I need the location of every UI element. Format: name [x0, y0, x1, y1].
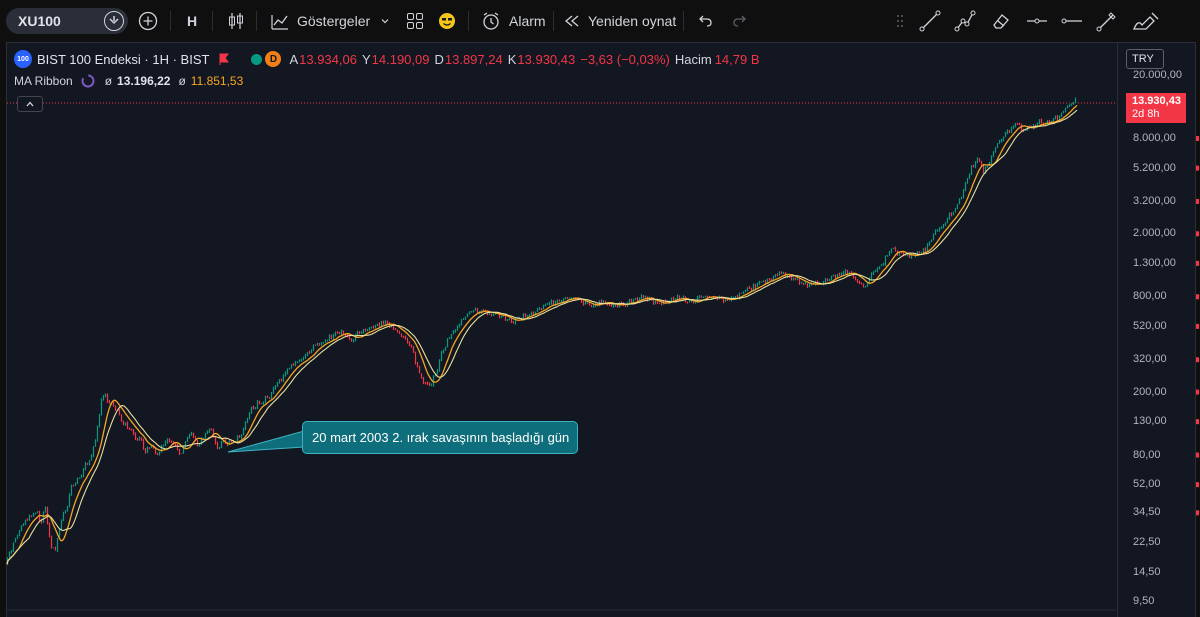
scale-marker: [1196, 452, 1199, 458]
low-label: D: [434, 51, 444, 67]
scale-marker: [1196, 510, 1199, 516]
open-value: 13.934,06: [299, 51, 357, 67]
scale-marker: [1196, 482, 1199, 488]
annotation-callout[interactable]: 20 mart 2003 2. ırak savaşının başladığı…: [302, 421, 578, 454]
collapse-legend-button[interactable]: [17, 96, 43, 112]
price-axis-tick: 1.300,00: [1133, 256, 1176, 269]
price-axis-tick: 8.000,00: [1133, 131, 1176, 144]
indicator-name[interactable]: MA Ribbon: [14, 74, 73, 88]
indicator-legend: MA Ribbon ø 13.196,22 ø 11.851,53: [14, 72, 243, 90]
scale-marker: [1196, 231, 1199, 237]
currency-selector[interactable]: TRY: [1126, 49, 1164, 69]
price-axis-tick: 9,50: [1133, 595, 1155, 607]
price-axis-tick: 22,50: [1133, 535, 1161, 548]
legend-title[interactable]: BIST 100 Endeksi · 1H · BIST: [37, 52, 209, 67]
ma2-symbol: ø: [178, 74, 186, 88]
price-axis-tick: 320,00: [1133, 353, 1167, 366]
market-status-icon: [251, 53, 263, 65]
high-label: Y: [361, 51, 371, 67]
flag-icon[interactable]: [219, 53, 230, 65]
price-axis-tick: 5.200,00: [1133, 161, 1176, 174]
scale-marker: [1196, 323, 1199, 329]
price-chart[interactable]: [0, 0, 1200, 617]
price-axis-tick: 800,00: [1133, 290, 1167, 303]
ma2-value: 11.851,53: [190, 74, 244, 88]
scale-marker: [1196, 294, 1199, 300]
last-price-tag: 13.930,43 2d 8h: [1126, 93, 1186, 123]
price-axis-tick: 34,50: [1133, 506, 1161, 519]
delay-badge: D: [265, 51, 282, 67]
price-axis-tick: 520,00: [1133, 319, 1167, 332]
ma1-symbol: ø: [104, 74, 113, 88]
indicator-loading-icon: [81, 74, 95, 88]
scale-marker: [1196, 198, 1199, 204]
price-axis-tick: 200,00: [1133, 385, 1167, 398]
close-label: K: [507, 51, 517, 67]
scale-marker: [1196, 389, 1199, 395]
price-axis-tick: 14,50: [1133, 565, 1161, 578]
ma-ribbon-line-slow: [6, 109, 1078, 565]
scale-marker: [1196, 357, 1199, 363]
price-axis-tick: 3.200,00: [1133, 194, 1176, 207]
bist-logo: 100: [14, 50, 32, 68]
price-axis-tick: 130,00: [1133, 415, 1167, 428]
ma1-value: 13.196,22: [117, 74, 171, 88]
open-label: A: [289, 51, 299, 67]
scale-marker: [1196, 165, 1199, 171]
price-axis-tick: 80,00: [1133, 448, 1161, 461]
price-axis-tick: 52,00: [1133, 478, 1161, 491]
high-value: 14.190,09: [371, 51, 430, 67]
change-value: −3,63 (−0,03%): [580, 51, 670, 67]
close-value: 13.930,43: [517, 51, 576, 67]
low-value: 13.897,24: [444, 51, 503, 67]
last-price-value: 13.930,43: [1132, 95, 1181, 107]
scale-marker: [1196, 419, 1199, 425]
chevron-up-icon: [26, 101, 34, 107]
symbol-legend: 100 BIST 100 Endeksi · 1H · BIST D A 13.…: [14, 50, 765, 68]
ma-ribbon-line-fast: [6, 104, 1078, 565]
price-axis-tick: 20.000,00: [1133, 69, 1182, 81]
scale-marker: [1196, 260, 1199, 266]
bar-countdown: 2d 8h: [1132, 108, 1160, 120]
volume-value: 14,79 B: [714, 51, 760, 67]
volume-label: Hacim: [674, 51, 712, 67]
scale-marker: [1196, 135, 1199, 141]
price-axis-tick: 2.000,00: [1133, 227, 1176, 240]
